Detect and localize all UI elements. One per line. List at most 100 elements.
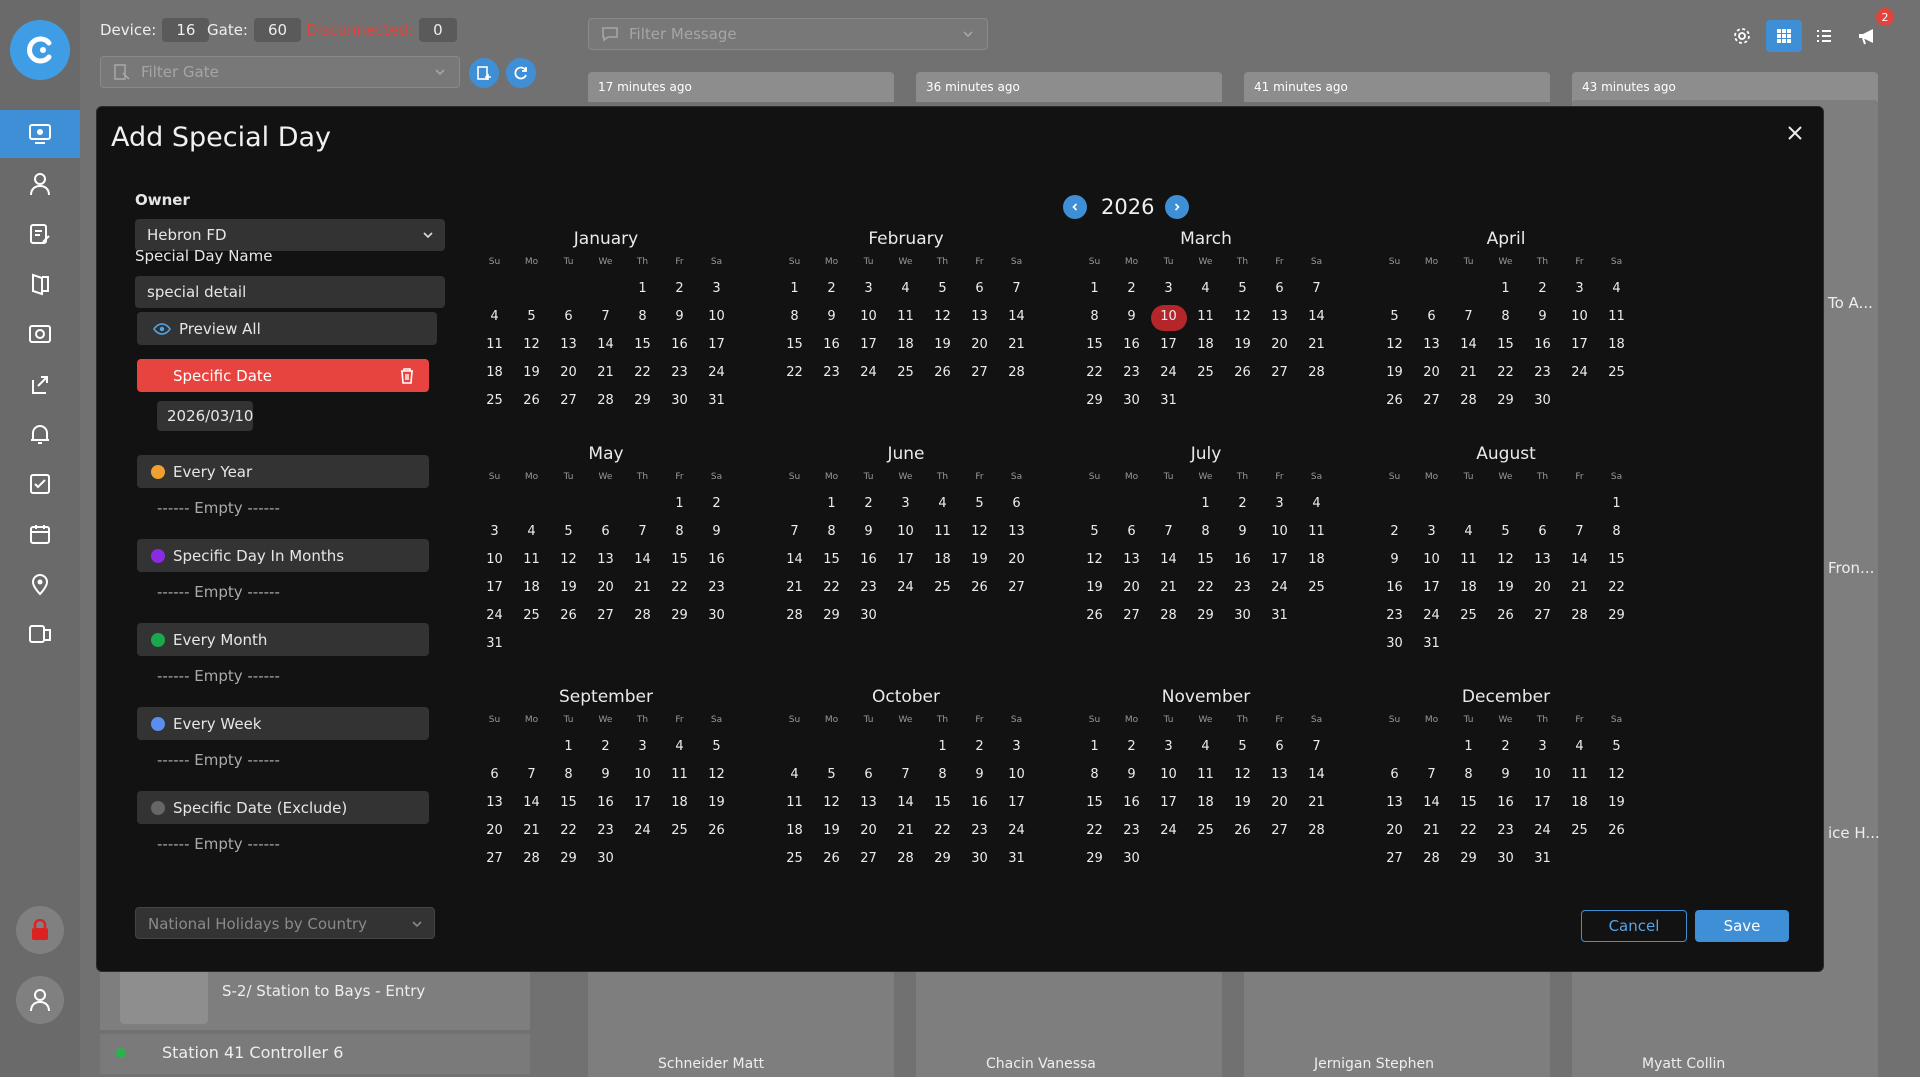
day-cell[interactable]: 26 — [1224, 819, 1261, 847]
day-cell[interactable]: 23 — [813, 361, 850, 389]
settings-button[interactable] — [1724, 20, 1760, 52]
day-cell[interactable]: 17 — [476, 576, 513, 604]
day-cell[interactable]: 27 — [998, 576, 1035, 604]
day-cell[interactable]: 10 — [1261, 520, 1298, 548]
day-cell[interactable]: 20 — [1261, 791, 1298, 819]
nav-doors[interactable] — [0, 260, 80, 308]
day-cell[interactable]: 27 — [587, 604, 624, 632]
day-cell[interactable]: 23 — [961, 819, 998, 847]
day-cell[interactable]: 13 — [550, 333, 587, 361]
nav-users[interactable] — [0, 160, 80, 208]
day-cell[interactable]: 1 — [1598, 492, 1635, 520]
day-cell[interactable]: 5 — [1224, 735, 1261, 763]
nav-alerts[interactable] — [0, 410, 80, 458]
day-cell[interactable]: 28 — [624, 604, 661, 632]
day-cell[interactable]: 10 — [1561, 305, 1598, 333]
day-cell[interactable]: 31 — [998, 847, 1035, 875]
day-cell[interactable]: 3 — [1150, 277, 1187, 305]
day-cell[interactable]: 14 — [887, 791, 924, 819]
day-cell[interactable]: 26 — [1076, 604, 1113, 632]
day-cell[interactable]: 21 — [1298, 791, 1335, 819]
day-cell[interactable]: 12 — [1487, 548, 1524, 576]
day-cell[interactable]: 16 — [1113, 791, 1150, 819]
day-cell[interactable]: 13 — [1413, 333, 1450, 361]
day-cell[interactable]: 13 — [587, 548, 624, 576]
day-cell[interactable]: 3 — [624, 735, 661, 763]
day-cell[interactable]: 15 — [1187, 548, 1224, 576]
next-year-button[interactable] — [1165, 195, 1189, 219]
day-cell[interactable]: 18 — [476, 361, 513, 389]
day-cell[interactable]: 30 — [698, 604, 735, 632]
rule-specific-date[interactable]: Specific Date — [137, 359, 429, 392]
day-cell[interactable]: 10 — [476, 548, 513, 576]
day-cell[interactable]: 2 — [1113, 735, 1150, 763]
day-cell[interactable]: 12 — [513, 333, 550, 361]
day-cell[interactable]: 3 — [998, 735, 1035, 763]
day-cell[interactable]: 28 — [887, 847, 924, 875]
day-cell[interactable]: 24 — [1150, 819, 1187, 847]
day-cell[interactable]: 9 — [1487, 763, 1524, 791]
day-cell[interactable]: 4 — [887, 277, 924, 305]
day-cell[interactable]: 12 — [698, 763, 735, 791]
day-cell[interactable]: 5 — [513, 305, 550, 333]
day-cell[interactable]: 5 — [550, 520, 587, 548]
day-cell[interactable]: 1 — [1076, 735, 1113, 763]
rule-every-month[interactable]: Every Month — [137, 623, 429, 656]
filter-message-input[interactable]: Filter Message — [588, 18, 988, 50]
day-cell[interactable]: 31 — [1524, 847, 1561, 875]
day-cell[interactable]: 6 — [850, 763, 887, 791]
day-cell[interactable]: 1 — [924, 735, 961, 763]
day-cell[interactable]: 4 — [1298, 492, 1335, 520]
preview-all-button[interactable]: Preview All — [137, 312, 437, 345]
day-cell[interactable]: 26 — [513, 389, 550, 417]
day-cell[interactable]: 5 — [698, 735, 735, 763]
day-cell[interactable]: 11 — [1561, 763, 1598, 791]
day-cell[interactable]: 8 — [1187, 520, 1224, 548]
day-cell[interactable]: 19 — [813, 819, 850, 847]
day-cell[interactable]: 9 — [698, 520, 735, 548]
day-cell[interactable]: 7 — [1561, 520, 1598, 548]
day-cell[interactable]: 2 — [1487, 735, 1524, 763]
day-cell[interactable]: 6 — [961, 277, 998, 305]
day-cell[interactable]: 9 — [1524, 305, 1561, 333]
national-holidays-select[interactable]: National Holidays by Country — [135, 907, 435, 939]
day-cell[interactable]: 6 — [550, 305, 587, 333]
day-cell[interactable]: 22 — [661, 576, 698, 604]
day-cell[interactable]: 16 — [1224, 548, 1261, 576]
day-cell[interactable]: 26 — [1376, 389, 1413, 417]
day-cell[interactable]: 15 — [661, 548, 698, 576]
day-cell[interactable]: 3 — [1413, 520, 1450, 548]
day-cell[interactable]: 2 — [587, 735, 624, 763]
day-cell[interactable]: 31 — [476, 632, 513, 660]
day-cell[interactable]: 26 — [698, 819, 735, 847]
day-cell[interactable]: 21 — [1150, 576, 1187, 604]
day-cell[interactable]: 18 — [1450, 576, 1487, 604]
day-cell[interactable]: 27 — [1524, 604, 1561, 632]
day-cell[interactable]: 31 — [1261, 604, 1298, 632]
day-cell[interactable]: 20 — [550, 361, 587, 389]
day-cell[interactable]: 3 — [1150, 735, 1187, 763]
nav-camera[interactable] — [0, 310, 80, 358]
day-cell[interactable]: 23 — [1113, 819, 1150, 847]
day-cell[interactable]: 19 — [550, 576, 587, 604]
day-cell[interactable]: 16 — [1487, 791, 1524, 819]
day-cell[interactable]: 25 — [1598, 361, 1635, 389]
day-cell[interactable]: 12 — [1376, 333, 1413, 361]
day-cell[interactable]: 4 — [476, 305, 513, 333]
day-cell[interactable]: 26 — [924, 361, 961, 389]
grid-view-button[interactable] — [1766, 20, 1802, 52]
day-cell[interactable]: 1 — [661, 492, 698, 520]
day-cell[interactable]: 2 — [1113, 277, 1150, 305]
day-cell[interactable]: 13 — [1113, 548, 1150, 576]
day-cell[interactable]: 9 — [1113, 305, 1150, 333]
app-logo[interactable] — [10, 20, 70, 80]
day-cell[interactable]: 23 — [1113, 361, 1150, 389]
day-cell[interactable]: 16 — [587, 791, 624, 819]
day-cell[interactable]: 8 — [1076, 763, 1113, 791]
day-cell[interactable]: 12 — [550, 548, 587, 576]
day-cell[interactable]: 21 — [1450, 361, 1487, 389]
day-cell[interactable]: 13 — [850, 791, 887, 819]
day-cell[interactable]: 8 — [624, 305, 661, 333]
nav-export[interactable] — [0, 360, 80, 408]
day-cell[interactable]: 29 — [1076, 389, 1113, 417]
